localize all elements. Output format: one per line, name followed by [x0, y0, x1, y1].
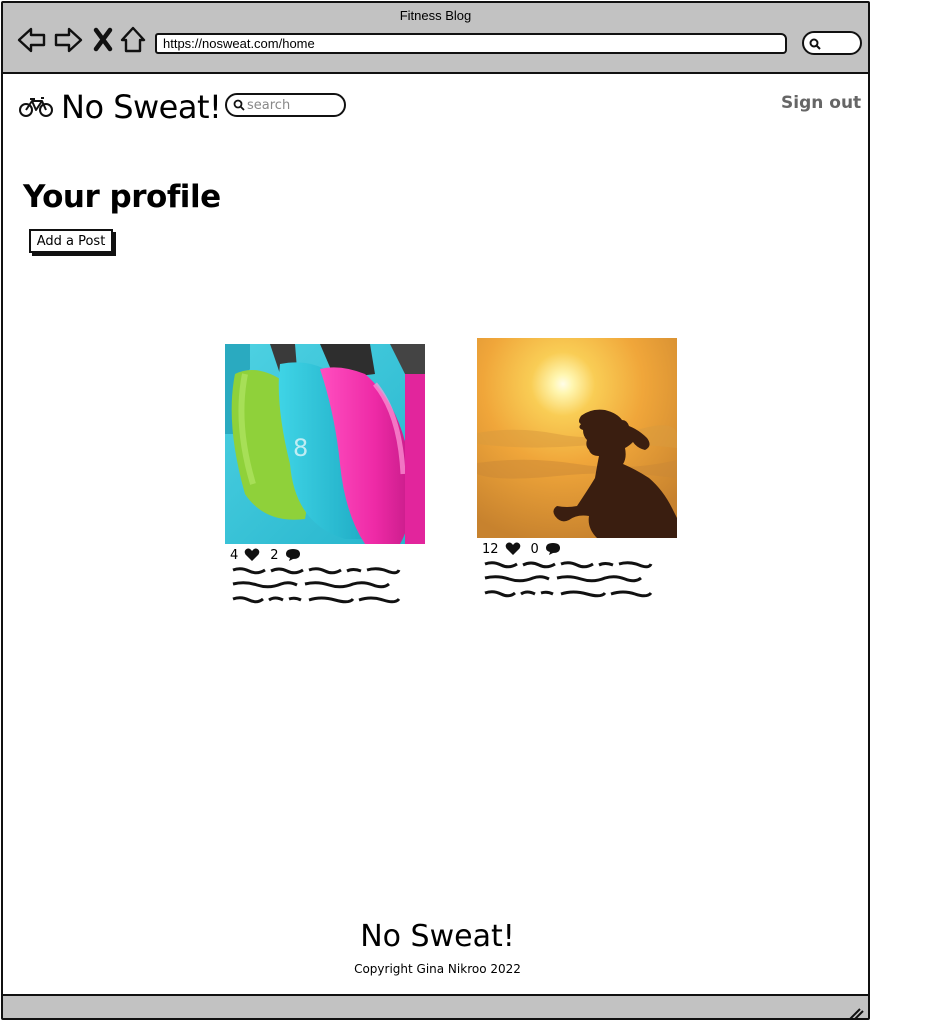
kettlebells-photo[interactable]: 8 — [225, 344, 425, 544]
browser-titlebar: Fitness Blog https://nosweat.com/home — [3, 3, 868, 74]
browser-window: Fitness Blog https://nosweat.com/home No — [1, 1, 870, 1020]
comment-count: 0 — [530, 541, 539, 557]
comment-count: 2 — [270, 547, 279, 563]
comment-icon[interactable] — [285, 548, 301, 562]
forward-arrow-icon[interactable] — [53, 25, 83, 55]
svg-text:8: 8 — [293, 434, 308, 462]
search-icon — [809, 38, 821, 50]
post-stats: 12 0 — [477, 538, 677, 560]
resize-grip-icon[interactable] — [848, 1006, 864, 1020]
add-post-button[interactable]: Add a Post — [29, 229, 113, 253]
post-excerpt-scribble — [484, 561, 653, 598]
post-excerpt-scribble — [232, 567, 401, 604]
post-card: 8 4 2 — [225, 344, 425, 606]
back-arrow-icon[interactable] — [17, 25, 47, 55]
site-logo[interactable]: No Sweat! — [19, 87, 222, 127]
footer-brand: No Sweat! — [360, 919, 515, 954]
heart-icon[interactable] — [244, 548, 260, 562]
browser-statusbar — [3, 994, 868, 1020]
post-stats: 4 2 — [225, 544, 425, 566]
window-title: Fitness Blog — [399, 8, 472, 23]
home-icon[interactable] — [118, 25, 148, 55]
heart-icon[interactable] — [505, 542, 521, 556]
like-count: 4 — [230, 547, 239, 563]
sign-out-link[interactable]: Sign out — [781, 93, 861, 113]
search-input[interactable] — [247, 96, 337, 114]
like-count: 12 — [482, 541, 499, 557]
comment-icon[interactable] — [545, 542, 561, 556]
close-x-icon[interactable] — [89, 25, 119, 55]
site-search[interactable] — [225, 93, 346, 117]
runner-sunset-photo[interactable] — [477, 338, 677, 538]
search-icon — [233, 99, 245, 111]
post-card: 12 0 — [477, 338, 677, 600]
browser-search-button[interactable] — [802, 31, 862, 55]
footer-copyright: Copyright Gina Nikroo 2022 — [354, 962, 521, 976]
page-title: Your profile — [23, 179, 221, 215]
bicycle-icon — [19, 97, 53, 117]
url-bar[interactable]: https://nosweat.com/home — [155, 33, 787, 54]
brand-name: No Sweat! — [61, 88, 222, 126]
